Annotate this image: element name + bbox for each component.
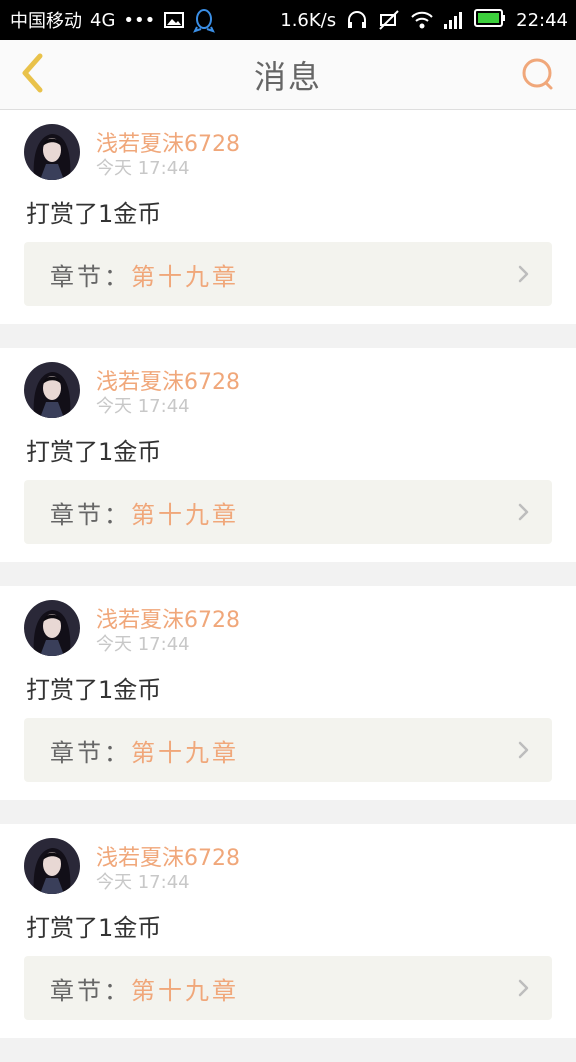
battery-icon — [474, 8, 506, 33]
timestamp: 今天 17:44 — [96, 872, 190, 893]
search-icon — [521, 57, 555, 95]
chapter-label: 章节： — [50, 500, 131, 529]
chapter-value: 第十九章 — [131, 262, 239, 291]
status-bar: 中国移动 4G ••• 1.6K/s 22:44 — [0, 0, 576, 40]
chevron-right-icon — [516, 500, 532, 524]
timestamp: 今天 17:44 — [96, 396, 190, 417]
headset-icon — [346, 9, 368, 31]
message-text: 打赏了1金币 — [26, 676, 162, 704]
chevron-right-icon — [516, 976, 532, 1000]
app-header: 消息 — [0, 40, 576, 110]
message-text: 打赏了1金币 — [26, 438, 162, 466]
avatar[interactable] — [24, 124, 80, 180]
notification-dots: ••• — [123, 9, 156, 31]
timestamp: 今天 17:44 — [96, 634, 190, 655]
chapter-value: 第十九章 — [131, 976, 239, 1005]
carrier-label: 中国移动 — [10, 11, 82, 32]
image-icon — [163, 9, 185, 31]
chapter-link[interactable]: 章节： 第十九章 — [24, 718, 552, 782]
chapter-link[interactable]: 章节： 第十九章 — [24, 480, 552, 544]
clock-label: 22:44 — [516, 9, 568, 31]
message-card: 浅若夏沫6728 今天 17:44 打赏了1金币 章节： 第十九章 — [0, 110, 576, 324]
message-card: 浅若夏沫6728 今天 17:44 打赏了1金币 章节： 第十九章 — [0, 824, 576, 1038]
message-card: 浅若夏沫6728 今天 17:44 打赏了1金币 章节： 第十九章 — [0, 348, 576, 562]
chapter-label: 章节： — [50, 262, 131, 291]
mute-icon — [378, 9, 400, 31]
wifi-icon — [410, 9, 433, 31]
signal-icon — [442, 9, 464, 31]
chapter-label: 章节： — [50, 738, 131, 767]
network-label: 4G — [90, 9, 116, 31]
message-card: 浅若夏沫6728 今天 17:44 打赏了1金币 章节： 第十九章 — [0, 586, 576, 800]
message-text: 打赏了1金币 — [26, 200, 162, 228]
avatar[interactable] — [24, 838, 80, 894]
timestamp: 今天 17:44 — [96, 158, 190, 179]
search-button[interactable] — [518, 56, 558, 96]
chapter-link[interactable]: 章节： 第十九章 — [24, 956, 552, 1020]
avatar[interactable] — [24, 600, 80, 656]
avatar[interactable] — [24, 362, 80, 418]
message-text: 打赏了1金币 — [26, 914, 162, 942]
chapter-value: 第十九章 — [131, 500, 239, 529]
chapter-label: 章节： — [50, 976, 131, 1005]
page-title: 消息 — [253, 58, 322, 96]
chevron-right-icon — [516, 738, 532, 762]
chevron-right-icon — [516, 262, 532, 286]
qq-icon — [193, 9, 216, 33]
message-list: 浅若夏沫6728 今天 17:44 打赏了1金币 章节： 第十九章 浅若夏沫67… — [0, 110, 576, 1062]
chapter-value: 第十九章 — [131, 738, 239, 767]
speed-label: 1.6K/s — [280, 9, 337, 31]
chapter-link[interactable]: 章节： 第十九章 — [24, 242, 552, 306]
